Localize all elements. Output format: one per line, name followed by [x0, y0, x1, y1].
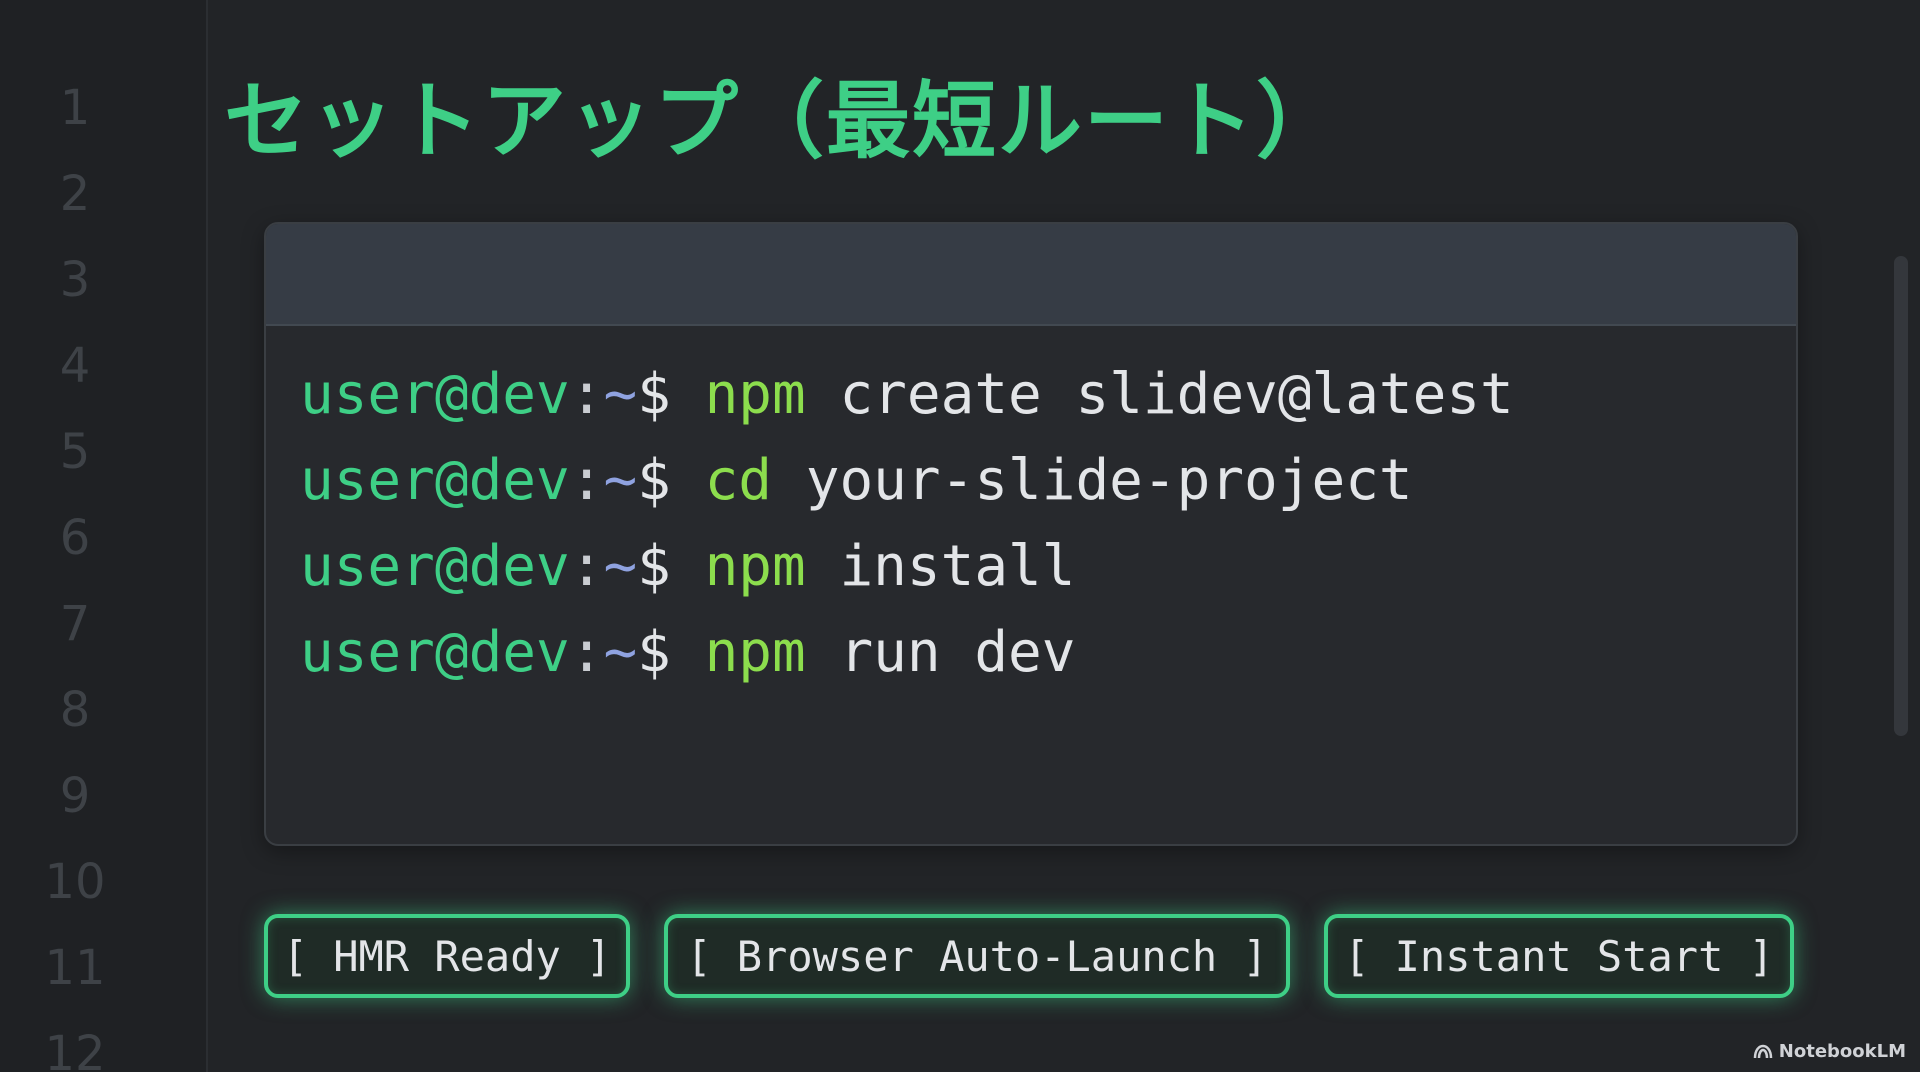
- prompt-user-host: user@dev: [300, 448, 570, 513]
- prompt-dollar: $: [637, 362, 671, 427]
- watermark-label: NotebookLM: [1778, 1041, 1906, 1062]
- terminal-body: user@dev:~$ npm create slidev@latest use…: [266, 326, 1796, 696]
- command-tool: npm: [704, 362, 806, 427]
- command-args: run dev: [839, 620, 1076, 685]
- prompt-user-host: user@dev: [300, 362, 570, 427]
- line-number: 3: [59, 252, 91, 308]
- command-tool: cd: [704, 448, 773, 513]
- prompt-tilde: ~: [603, 534, 638, 599]
- hmr-ready-badge: [ HMR Ready ]: [264, 914, 630, 998]
- prompt-dollar: $: [637, 620, 671, 685]
- command-args: install: [839, 534, 1076, 599]
- prompt-colon: :: [569, 534, 604, 599]
- prompt-tilde: ~: [603, 620, 638, 685]
- command-args: create slidev@latest: [839, 362, 1514, 427]
- terminal-command-line: user@dev:~$ cd your-slide-project: [300, 438, 1796, 524]
- vertical-scrollbar[interactable]: [1894, 256, 1908, 736]
- command-args: your-slide-project: [805, 448, 1413, 513]
- prompt-user-host: user@dev: [300, 620, 570, 685]
- prompt-colon: :: [569, 448, 604, 513]
- prompt-dollar: $: [637, 534, 671, 599]
- line-number: 4: [59, 338, 91, 394]
- line-number: 5: [59, 424, 91, 480]
- terminal-command-line: user@dev:~$ npm install: [300, 524, 1796, 610]
- prompt-user-host: user@dev: [300, 534, 570, 599]
- line-number: 8: [59, 682, 91, 738]
- notebooklm-logo-icon: [1753, 1044, 1773, 1060]
- prompt-colon: :: [569, 362, 604, 427]
- prompt-tilde: ~: [603, 448, 638, 513]
- notebooklm-watermark: NotebookLM: [1753, 1041, 1906, 1062]
- command-tool: npm: [704, 620, 806, 685]
- prompt-dollar: $: [637, 448, 671, 513]
- line-number-gutter: 1 2 3 4 5 6 7 8 9 10 11 12: [0, 0, 208, 1072]
- command-tool: npm: [704, 534, 806, 599]
- slide-title: セットアップ（最短ルート）: [224, 72, 1343, 170]
- line-number: 11: [44, 940, 106, 996]
- line-number: 6: [59, 510, 91, 566]
- line-number: 7: [59, 596, 91, 652]
- instant-start-badge: [ Instant Start ]: [1324, 914, 1794, 998]
- line-number: 1: [59, 80, 91, 136]
- terminal-command-line: user@dev:~$ npm run dev: [300, 610, 1796, 696]
- prompt-tilde: ~: [603, 362, 638, 427]
- prompt-colon: :: [569, 620, 604, 685]
- line-number: 9: [59, 768, 91, 824]
- terminal-title-bar: [266, 224, 1796, 326]
- line-number: 10: [44, 854, 106, 910]
- line-number: 2: [59, 166, 91, 222]
- browser-auto-launch-badge: [ Browser Auto-Launch ]: [664, 914, 1290, 998]
- line-number: 12: [44, 1026, 106, 1072]
- terminal-window: user@dev:~$ npm create slidev@latest use…: [264, 222, 1798, 846]
- terminal-command-line: user@dev:~$ npm create slidev@latest: [300, 352, 1796, 438]
